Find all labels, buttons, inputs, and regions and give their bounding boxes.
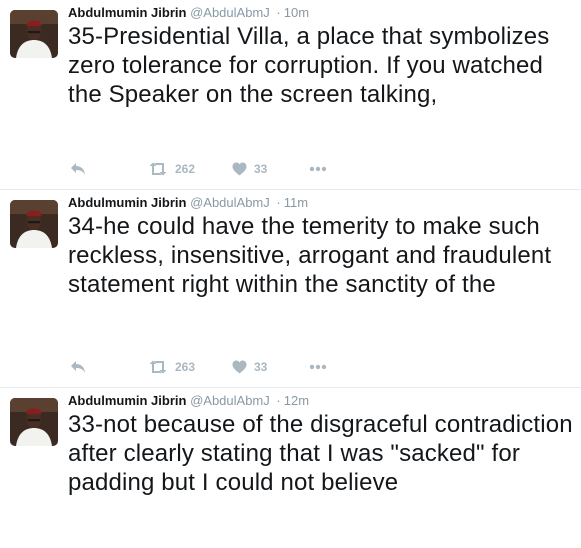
like-count: 33	[254, 360, 268, 374]
retweet-button[interactable]: 263	[148, 357, 195, 377]
retweet-count: 262	[175, 162, 196, 176]
reply-button[interactable]	[70, 357, 86, 377]
user-avatar[interactable]	[10, 398, 58, 446]
reply-icon	[71, 361, 85, 373]
tweet-card[interactable]: Abdulmumin Jibrin @AbdulAbmJ · 10m 35-Pre…	[0, 0, 581, 190]
retweet-button[interactable]: 262	[148, 159, 195, 179]
heart-icon	[232, 360, 247, 374]
ellipsis-icon	[309, 364, 327, 370]
tweet-actions: 263 33	[68, 357, 368, 377]
ellipsis-icon	[309, 166, 327, 172]
avatar-image	[10, 10, 58, 58]
tweet-timestamp[interactable]: 11m	[284, 195, 308, 210]
avatar-image	[10, 200, 58, 248]
tweet-text: 34-he could have the temerity to make su…	[68, 213, 552, 298]
user-avatar[interactable]	[10, 10, 58, 58]
tweet-header: Abdulmumin Jibrin @AbdulAbmJ · 10m	[68, 4, 309, 22]
header-separator: ·	[276, 393, 281, 408]
author-fullname[interactable]: Abdulmumin Jibrin	[68, 195, 186, 210]
header-separator: ·	[276, 195, 281, 210]
retweet-icon	[149, 162, 167, 176]
like-count: 33	[254, 162, 268, 176]
retweet-count: 263	[175, 360, 196, 374]
more-options-button[interactable]	[309, 357, 327, 377]
author-fullname[interactable]: Abdulmumin Jibrin	[68, 5, 186, 20]
header-separator: ·	[276, 5, 281, 20]
author-fullname[interactable]: Abdulmumin Jibrin	[68, 393, 186, 408]
retweet-icon	[149, 360, 167, 374]
tweet-header: Abdulmumin Jibrin @AbdulAbmJ · 11m	[68, 194, 308, 212]
reply-icon	[71, 163, 85, 175]
tweet-timestamp[interactable]: 12m	[284, 393, 309, 408]
more-options-button[interactable]	[309, 159, 327, 179]
tweet-text: 35-Presidential Villa, a place that symb…	[68, 23, 550, 108]
tweet-timestamp[interactable]: 10m	[284, 5, 309, 20]
like-button[interactable]: 33	[232, 357, 267, 377]
tweet-timeline: Abdulmumin Jibrin @AbdulAbmJ · 10m 35-Pre…	[0, 0, 581, 548]
author-username[interactable]: @AbdulAbmJ	[190, 195, 270, 210]
user-avatar[interactable]	[10, 200, 58, 248]
tweet-card[interactable]: Abdulmumin Jibrin @AbdulAbmJ · 11m 34-he …	[0, 190, 581, 388]
reply-button[interactable]	[70, 159, 86, 179]
avatar-image	[10, 398, 58, 446]
heart-icon	[232, 162, 247, 176]
author-username[interactable]: @AbdulAbmJ	[190, 393, 270, 408]
author-username[interactable]: @AbdulAbmJ	[190, 5, 270, 20]
tweet-card[interactable]: Abdulmumin Jibrin @AbdulAbmJ · 12m 33-not…	[0, 388, 581, 548]
like-button[interactable]: 33	[232, 159, 267, 179]
tweet-header: Abdulmumin Jibrin @AbdulAbmJ · 12m	[68, 392, 309, 410]
tweet-actions: 262 33	[68, 159, 368, 179]
tweet-text: 33-not because of the disgraceful contra…	[68, 411, 573, 496]
